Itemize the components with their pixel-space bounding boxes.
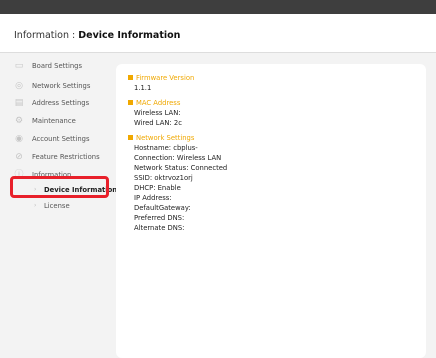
alternate-dns-field: Alternate DNS: bbox=[134, 224, 185, 232]
sidebar-item-feature-restrictions[interactable]: ⊘ Feature Restrictions bbox=[14, 151, 114, 165]
sidebar-item-network-settings[interactable]: ◎ Network Settings bbox=[14, 80, 114, 94]
active-item-highlight bbox=[10, 176, 109, 198]
sidebar: ▭ Board Settings ◎ Network Settings ▤ Ad… bbox=[14, 60, 117, 358]
sidebar-item-label: Maintenance bbox=[32, 117, 76, 125]
maintenance-icon: ⚙ bbox=[14, 116, 24, 126]
sidebar-item-maintenance[interactable]: ⚙ Maintenance bbox=[14, 115, 114, 129]
sidebar-item-label: Network Settings bbox=[32, 82, 91, 90]
sidebar-item-account-settings[interactable]: ◉ Account Settings bbox=[14, 133, 114, 147]
sidebar-item-label: Account Settings bbox=[32, 135, 90, 143]
network-section-title: Network Settings bbox=[128, 133, 194, 143]
sidebar-item-address-settings[interactable]: ▤ Address Settings bbox=[14, 97, 114, 111]
page-header: Information : Device Information bbox=[0, 14, 436, 53]
section-bullet-icon bbox=[128, 100, 133, 105]
address-icon: ▤ bbox=[14, 98, 24, 108]
firmware-version-value: 1.1.1 bbox=[134, 84, 152, 92]
ip-address-field: IP Address: bbox=[134, 194, 172, 202]
sidebar-item-board-settings[interactable]: ▭ Board Settings bbox=[14, 60, 114, 74]
sidebar-subitem-label: License bbox=[44, 202, 70, 210]
dhcp-field: DHCP: Enable bbox=[134, 184, 181, 192]
device-info-panel: Firmware Version 1.1.1 MAC Address Wirel… bbox=[116, 64, 426, 358]
board-icon: ▭ bbox=[14, 61, 24, 71]
hostname-field: Hostname: cbplus- bbox=[134, 144, 198, 152]
sidebar-item-label: Feature Restrictions bbox=[32, 153, 100, 161]
page-title: Information : Device Information bbox=[14, 30, 180, 41]
mac-title-text: MAC Address bbox=[136, 99, 181, 107]
ssid-field: SSID: oktrvoz1orj bbox=[134, 174, 193, 182]
network-icon: ◎ bbox=[15, 81, 23, 91]
default-gateway-field: DefaultGateway: bbox=[134, 204, 191, 212]
account-icon: ◉ bbox=[15, 134, 23, 144]
section-bullet-icon bbox=[128, 135, 133, 140]
sidebar-item-label: Address Settings bbox=[32, 99, 90, 107]
chevron-right-icon: › bbox=[34, 202, 37, 209]
preferred-dns-field: Preferred DNS: bbox=[134, 214, 185, 222]
sidebar-item-label: Board Settings bbox=[32, 62, 83, 70]
connection-field: Connection: Wireless LAN bbox=[134, 154, 222, 162]
mac-section-title: MAC Address bbox=[128, 98, 180, 108]
page-title-section: Information : bbox=[14, 30, 79, 41]
restriction-icon: ⊘ bbox=[15, 152, 23, 162]
wireless-lan-mac: Wireless LAN: bbox=[134, 109, 181, 117]
firmware-title-text: Firmware Version bbox=[136, 74, 195, 82]
wired-lan-mac: Wired LAN: 2c bbox=[134, 119, 182, 127]
page-title-page: Device Information bbox=[78, 30, 181, 41]
section-bullet-icon bbox=[128, 75, 133, 80]
network-status-field: Network Status: Connected bbox=[134, 164, 228, 172]
firmware-section-title: Firmware Version bbox=[128, 73, 194, 83]
network-title-text: Network Settings bbox=[136, 134, 195, 142]
top-bar bbox=[0, 0, 436, 14]
